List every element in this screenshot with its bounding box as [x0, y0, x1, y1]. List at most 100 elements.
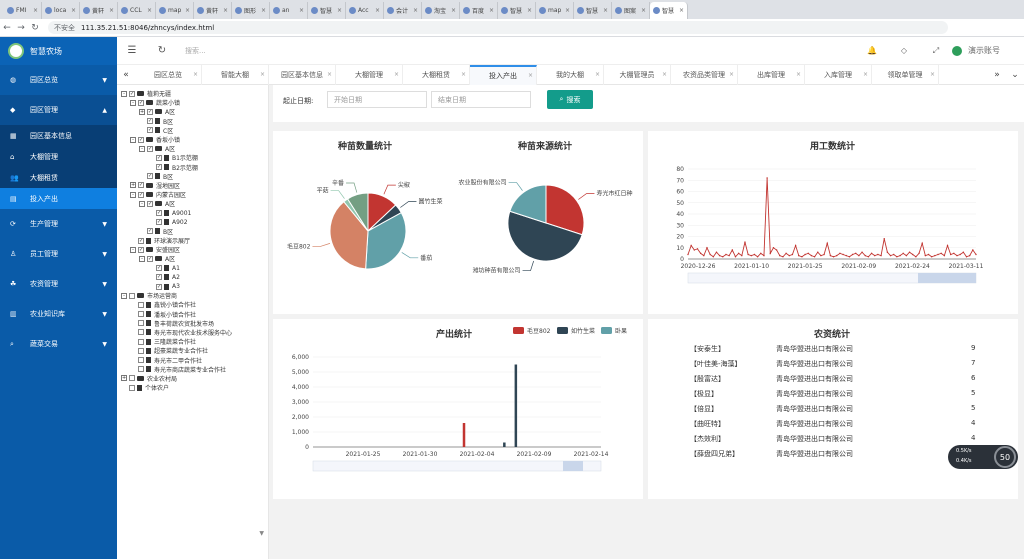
tree-node[interactable]: - ✓ A区	[117, 144, 268, 153]
collapse-icon[interactable]: -	[139, 200, 145, 207]
browser-tab[interactable]: 淘宝 ×	[422, 2, 460, 19]
tree-node[interactable]: ✓ A9001	[117, 208, 268, 217]
tree-checkbox[interactable]: ✓	[156, 154, 162, 161]
close-icon[interactable]: ×	[260, 71, 265, 78]
close-icon[interactable]: ×	[461, 71, 466, 78]
tree-checkbox[interactable]: ✓	[138, 237, 144, 244]
collapse-icon[interactable]: -	[139, 255, 145, 262]
close-icon[interactable]: ×	[729, 71, 734, 78]
tab-close-icon[interactable]: ×	[565, 7, 570, 14]
close-icon[interactable]: ×	[528, 72, 533, 79]
fullscreen-icon[interactable]: ⤢	[920, 46, 952, 56]
tree-checkbox[interactable]	[138, 338, 144, 345]
browser-tab[interactable]: 智慧 ×	[574, 2, 612, 19]
tab-close-icon[interactable]: ×	[185, 7, 190, 14]
tree-node[interactable]: 三隆蔬菜合作社	[117, 337, 268, 346]
tree-checkbox[interactable]: ✓	[147, 200, 153, 207]
browser-tab[interactable]: map ×	[156, 2, 194, 19]
sidebar-item-sidebar-menus-0[interactable]: ◍ 园区总览 ▼	[0, 65, 117, 95]
tree-node[interactable]: ✓ A1	[117, 264, 268, 273]
tree-checkbox[interactable]: ✓	[129, 90, 135, 97]
tree-checkbox[interactable]: ✓	[138, 191, 144, 198]
tree-checkbox[interactable]: ✓	[147, 228, 153, 235]
sidebar-item-sidebar-submenus-1[interactable]: ⌂ 大棚管理	[0, 146, 117, 167]
back-icon[interactable]: ←	[0, 23, 14, 33]
expand-icon[interactable]: +	[139, 108, 145, 115]
close-icon[interactable]: ×	[796, 71, 801, 78]
bell-icon[interactable]: 🔔	[856, 46, 888, 55]
collapse-icon[interactable]: -	[130, 99, 136, 106]
browser-tab[interactable]: 黄轩 ×	[194, 2, 232, 19]
tree-node[interactable]: 寿光市商店蔬菜专业合作社	[117, 365, 268, 374]
tree-checkbox[interactable]: ✓	[156, 210, 162, 217]
browser-tab[interactable]: 百度 ×	[460, 2, 498, 19]
user-menu[interactable]: 演示账号	[952, 45, 1000, 56]
browser-tab[interactable]: 图案 ×	[612, 2, 650, 19]
tree-node[interactable]: ✓ B区	[117, 117, 268, 126]
tree-node[interactable]: + 农业农村局	[117, 374, 268, 383]
tree-checkbox[interactable]: ✓	[156, 164, 162, 171]
tree-node[interactable]: - 市场运营商	[117, 291, 268, 300]
scroll-down-icon[interactable]: ▼	[259, 530, 264, 537]
sidebar-item-sidebar-menus2-2[interactable]: ☘ 农资管理 ▼	[0, 269, 117, 299]
tree-checkbox[interactable]	[129, 292, 135, 299]
tree-checkbox[interactable]	[129, 384, 135, 391]
zoom-slider[interactable]	[312, 460, 602, 472]
tree-node[interactable]: ✓ A902	[117, 218, 268, 227]
browser-tab[interactable]: 智慧 ×	[498, 2, 536, 19]
tabs-prev-icon[interactable]: «	[117, 70, 135, 80]
tabs-next-icon[interactable]: »	[988, 70, 1006, 80]
tree-checkbox[interactable]	[138, 311, 144, 318]
tree-node[interactable]: ✓ B区	[117, 172, 268, 181]
tree-checkbox[interactable]: ✓	[156, 219, 162, 226]
tree-node[interactable]: - ✓ 内蒙古园区	[117, 190, 268, 199]
refresh-icon[interactable]: ↻	[147, 45, 177, 56]
tree-node[interactable]: ✓ 环球演示展厅	[117, 236, 268, 245]
close-icon[interactable]: ×	[327, 71, 332, 78]
end-date-input[interactable]: 结束日期	[431, 91, 531, 108]
tree-checkbox[interactable]: ✓	[156, 265, 162, 272]
tree-node[interactable]: - ✓ 植莉无疆	[117, 89, 268, 98]
tree-checkbox[interactable]: ✓	[138, 246, 144, 253]
tab-close-icon[interactable]: ×	[679, 7, 684, 14]
tree-node[interactable]: ✓ B2示范棚	[117, 163, 268, 172]
tree-checkbox[interactable]: ✓	[147, 108, 153, 115]
tree-node[interactable]: + ✓ A区	[117, 107, 268, 116]
tree-checkbox[interactable]	[138, 357, 144, 364]
collapse-icon[interactable]: -	[130, 191, 136, 198]
page-tab[interactable]: 出库管理 ×	[738, 64, 805, 85]
tab-close-icon[interactable]: ×	[261, 7, 266, 14]
close-icon[interactable]: ×	[662, 71, 667, 78]
tree-node[interactable]: - ✓ A区	[117, 199, 268, 208]
page-tab[interactable]: 投入产出 ×	[470, 64, 537, 85]
tree-node[interactable]: 潘坂小镇合作社	[117, 310, 268, 319]
sidebar-item-sidebar-menus2-0[interactable]: ⟳ 生产管理 ▼	[0, 209, 117, 239]
close-icon[interactable]: ×	[863, 71, 868, 78]
url-input[interactable]: 不安全 111.35.21.51:8046/zhncys/index.html	[48, 21, 948, 34]
tree-checkbox[interactable]: ✓	[138, 136, 144, 143]
tree-node[interactable]: 超豪菜蔬专业合作社	[117, 346, 268, 355]
tree-checkbox[interactable]: ✓	[147, 145, 153, 152]
tree-checkbox[interactable]	[138, 347, 144, 354]
close-icon[interactable]: ×	[595, 71, 600, 78]
tab-close-icon[interactable]: ×	[71, 7, 76, 14]
tab-close-icon[interactable]: ×	[223, 7, 228, 14]
sidebar-item-sidebar-menus2-3[interactable]: ▥ 农业知识库 ▼	[0, 299, 117, 329]
page-tab[interactable]: 大棚租赁 ×	[403, 64, 470, 85]
tab-close-icon[interactable]: ×	[33, 7, 38, 14]
browser-tab[interactable]: FMI ×	[4, 2, 42, 19]
browser-tab[interactable]: CCL ×	[118, 2, 156, 19]
tab-close-icon[interactable]: ×	[299, 7, 304, 14]
tab-close-icon[interactable]: ×	[109, 7, 114, 14]
tree-node[interactable]: - ✓ 香坂小镇	[117, 135, 268, 144]
browser-tab[interactable]: Acc ×	[346, 2, 384, 19]
close-icon[interactable]: ×	[193, 71, 198, 78]
bar[interactable]	[462, 423, 466, 447]
page-tab[interactable]: 领取单管理 ×	[872, 64, 939, 85]
page-tab[interactable]: 农资品类管理 ×	[671, 64, 738, 85]
tree-checkbox[interactable]: ✓	[147, 118, 153, 125]
reload-icon[interactable]: ↻	[28, 23, 42, 33]
tree-checkbox[interactable]	[138, 320, 144, 327]
tree-node[interactable]: - ✓ A区	[117, 254, 268, 263]
collapse-icon[interactable]: -	[130, 136, 136, 143]
